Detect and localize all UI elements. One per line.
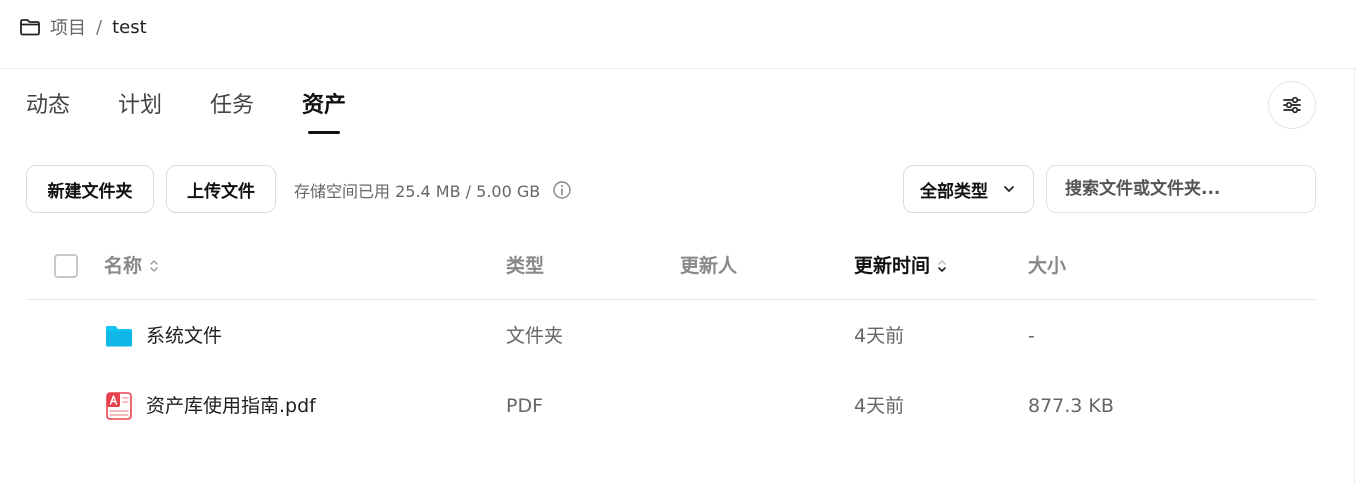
type-filter-value: 全部类型 [920,181,988,202]
file-type: 文件夹 [506,325,564,347]
file-updated-time: 4天前 [854,395,905,417]
tab-bar: 动态 计划 任务 资产 [26,84,394,136]
tab-plan[interactable]: 计划 [118,84,162,128]
select-all-checkbox[interactable] [54,254,78,278]
sort-icon [148,258,160,274]
file-name: 资产库使用指南.pdf [146,395,316,417]
column-header-updated-time-label: 更新时间 [854,255,931,277]
sort-icon [936,258,948,274]
header-divider [0,68,1357,69]
type-filter-select[interactable]: 全部类型 [903,165,1034,213]
table-row[interactable]: 资产库使用指南.pdf PDF 4天前 877.3 KB [26,372,1316,440]
column-header-updater: 更新人 [680,255,738,277]
asset-page: 项目 / test 动态 计划 任务 资产 新建文件夹 上传文件 存储空间已用 … [0,0,1357,484]
sliders-icon [1281,94,1303,116]
file-name: 系统文件 [146,325,223,347]
panel-edge [1354,68,1355,484]
column-header-name[interactable]: 名称 [104,252,160,280]
breadcrumb-separator: / [96,16,103,38]
breadcrumb-current: test [112,16,147,38]
breadcrumb: 项目 / test [18,14,147,40]
table-header: 名称 类型 更新人 更新时间 大小 [26,240,1316,300]
file-size: 877.3 KB [1028,395,1114,417]
file-name-cell[interactable]: 系统文件 [104,322,222,350]
tab-tasks[interactable]: 任务 [210,84,254,128]
storage-usage: 存储空间已用 25.4 MB / 5.00 GB [294,177,572,203]
column-header-type: 类型 [506,255,545,277]
tab-assets[interactable]: 资产 [302,84,346,134]
folder-outline-icon [18,15,42,39]
search-input[interactable] [1046,165,1316,213]
filter-settings-button[interactable] [1268,81,1316,129]
storage-usage-text: 存储空间已用 25.4 MB / 5.00 GB [294,182,541,201]
file-size: - [1028,325,1035,347]
file-name-cell[interactable]: 资产库使用指南.pdf [104,392,316,420]
upload-file-button[interactable]: 上传文件 [166,165,276,213]
info-icon[interactable] [552,180,572,200]
column-header-updated-time[interactable]: 更新时间 [854,252,948,280]
table-row[interactable]: 系统文件 文件夹 4天前 - [26,302,1316,370]
tab-activity[interactable]: 动态 [26,84,70,128]
breadcrumb-root[interactable]: 项目 [50,14,86,40]
column-header-name-label: 名称 [104,255,143,277]
folder-icon [104,321,134,351]
column-header-size: 大小 [1028,255,1067,277]
chevron-down-icon [1001,181,1017,197]
pdf-file-icon [104,391,134,421]
new-folder-button[interactable]: 新建文件夹 [26,165,154,213]
file-type: PDF [506,395,544,417]
file-updated-time: 4天前 [854,325,905,347]
